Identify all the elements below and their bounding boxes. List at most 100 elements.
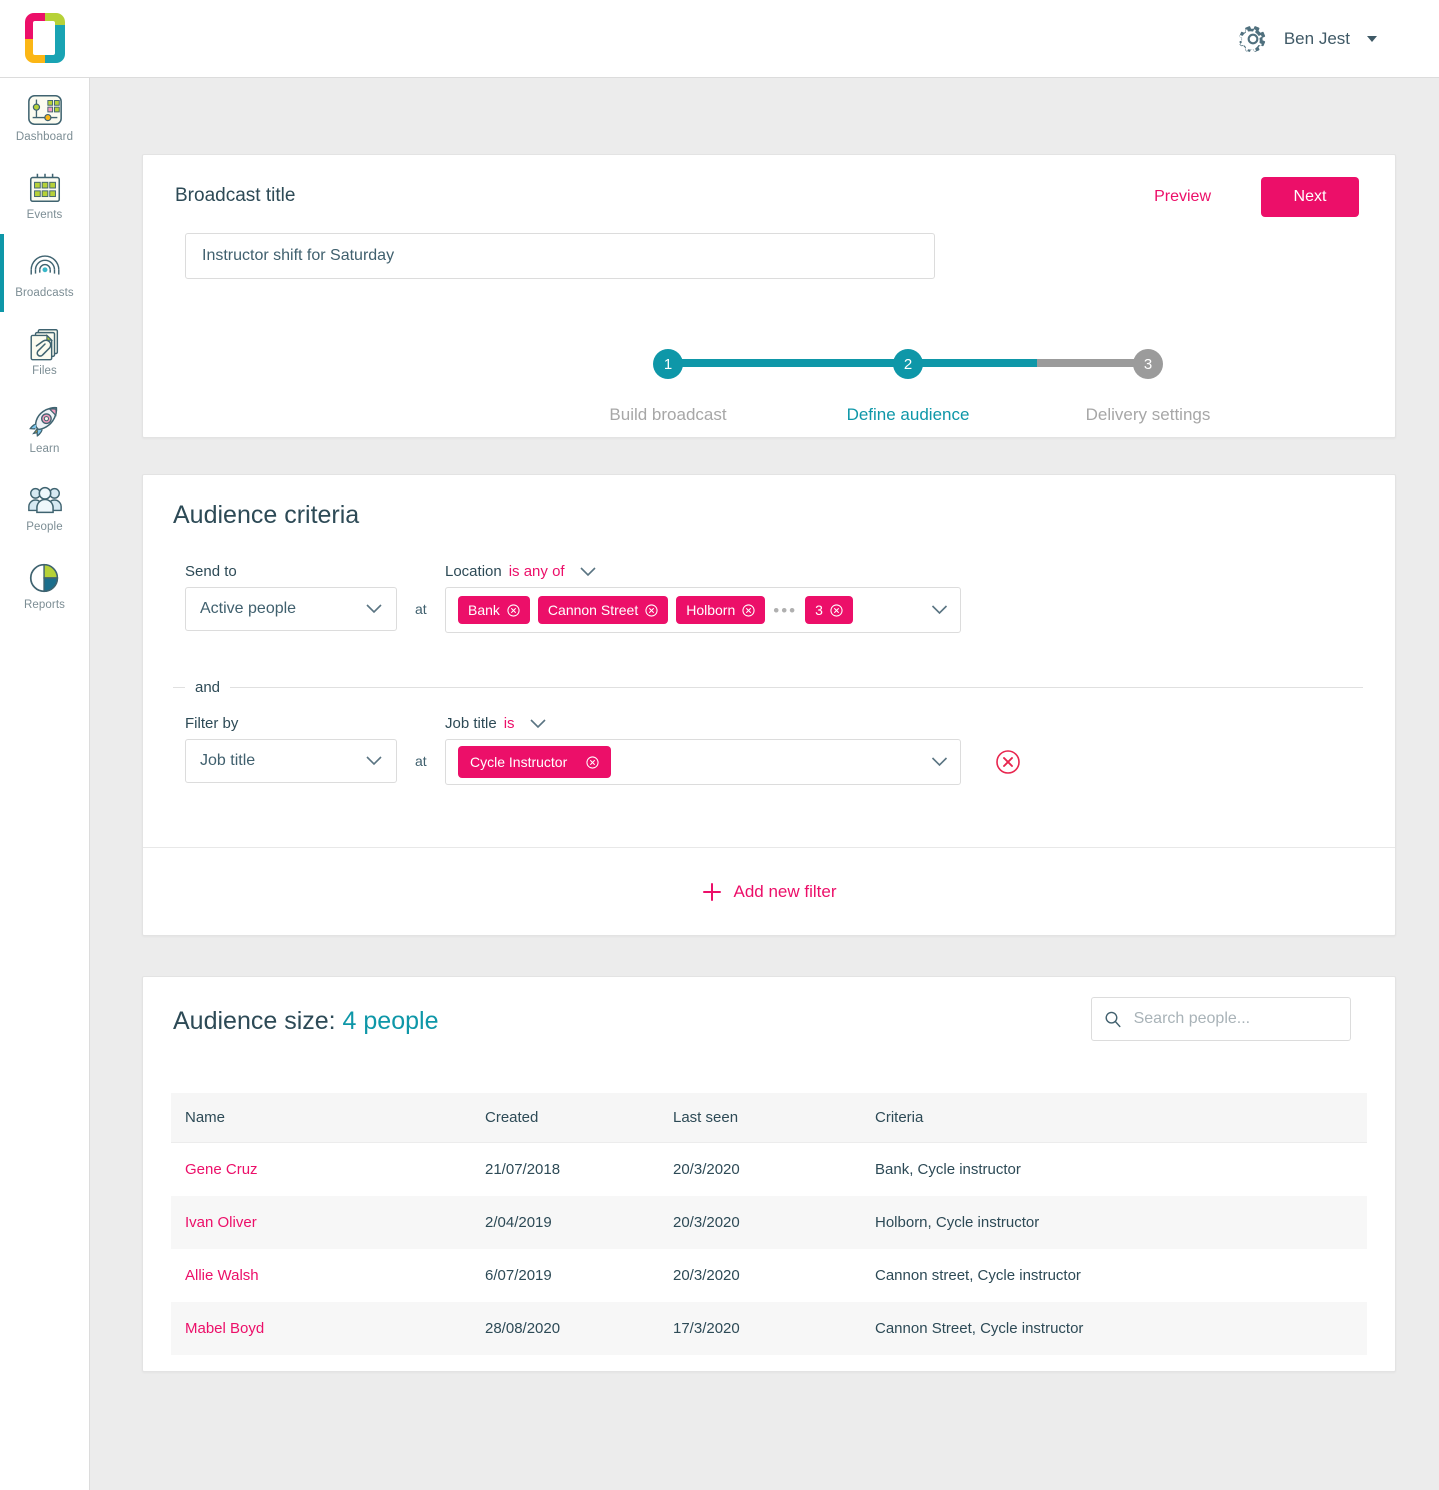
chevron-down-icon (366, 756, 382, 766)
add-new-filter-button[interactable]: Add new filter (696, 881, 843, 903)
preview-button[interactable]: Preview (1148, 187, 1217, 207)
audience-size-heading: Audience size: 4 people (173, 1007, 438, 1036)
search-input[interactable] (1131, 1009, 1338, 1029)
table-row[interactable]: Gene Cruz 21/07/2018 20/3/2020 Bank, Cyc… (171, 1143, 1367, 1197)
and-divider: and (173, 677, 1363, 697)
chevron-down-icon[interactable] (931, 757, 948, 767)
main-content: Broadcast title Preview Next 1 2 3 Build… (90, 78, 1439, 1490)
person-name-link[interactable]: Allie Walsh (171, 1249, 471, 1302)
table-row[interactable]: Allie Walsh 6/07/2019 20/3/2020 Cannon s… (171, 1249, 1367, 1302)
section-title-audience-criteria: Audience criteria (173, 501, 360, 529)
search-people-box[interactable] (1091, 997, 1351, 1041)
sidebar-item-broadcasts[interactable]: Broadcasts (0, 234, 89, 312)
stepper-segment-2-3-todo (1037, 359, 1135, 367)
chevron-down-icon (366, 604, 382, 614)
filter-row-location: Send to Active people at Location is any… (143, 563, 1395, 663)
person-name-link[interactable]: Ivan Oliver (171, 1196, 471, 1249)
chip-remove-icon[interactable] (742, 603, 755, 617)
chip-remove-icon[interactable] (586, 755, 599, 769)
location-chips-field[interactable]: Bank Cannon Street Holborn ••• 3 (445, 587, 961, 633)
at-label-1: at (415, 601, 427, 617)
stepper-circle-1[interactable]: 1 (653, 349, 683, 379)
person-created: 21/07/2018 (485, 1161, 561, 1178)
close-circle-icon (996, 750, 1020, 774)
chip-label: Cannon Street (547, 602, 639, 618)
chip-job-cycle-instructor[interactable]: Cycle Instructor (458, 746, 612, 778)
person-name-link[interactable]: Mabel Boyd (171, 1302, 471, 1355)
chip-location-bank[interactable]: Bank (458, 596, 530, 624)
sidebar-item-reports[interactable]: Reports (0, 546, 89, 624)
stepper-segment-2-3-done (907, 359, 1037, 367)
broadcast-icon (30, 255, 59, 275)
column-header-name[interactable]: Name (171, 1093, 471, 1143)
stepper-circle-2[interactable]: 2 (893, 349, 923, 379)
sidebar-item-label: Events (26, 209, 63, 221)
column-header-created[interactable]: Created (471, 1093, 659, 1143)
search-icon (1105, 1011, 1121, 1028)
app-logo[interactable] (0, 0, 90, 78)
send-to-select[interactable]: Active people (185, 587, 397, 631)
chip-label: 3 (815, 602, 823, 618)
and-label: and (195, 678, 221, 696)
audience-size-count: 4 people (342, 1007, 439, 1035)
chip-label: Holborn (686, 602, 736, 618)
divider-right (230, 686, 1363, 688)
gear-icon[interactable] (1236, 22, 1270, 56)
rocket-icon (28, 406, 57, 437)
chip-remove-icon[interactable] (507, 603, 520, 617)
audience-size-card: Audience size: 4 people Name Created Las… (142, 976, 1396, 1372)
chip-location-cannon-street[interactable]: Cannon Street (537, 596, 669, 624)
location-operator[interactable]: Location is any of (445, 563, 596, 580)
divider-left (173, 686, 185, 688)
chip-remove-icon[interactable] (830, 603, 843, 617)
app-logo-icon (25, 12, 65, 63)
table-header: Name Created Last seen Criteria (171, 1093, 1367, 1143)
table-row[interactable]: Ivan Oliver 2/04/2019 20/3/2020 Holborn,… (171, 1196, 1367, 1249)
person-criteria: Cannon street, Cycle instructor (875, 1267, 1081, 1284)
top-bar: Ben Jest (0, 0, 1439, 78)
calendar-icon (29, 173, 60, 203)
sidebar-item-dashboard[interactable]: Dashboard (0, 78, 89, 156)
filter-by-select[interactable]: Job title (185, 739, 397, 783)
audience-criteria-card: Audience criteria Send to Active people … (142, 474, 1396, 936)
chip-remove-icon[interactable] (645, 603, 658, 617)
job-title-chips-field[interactable]: Cycle Instructor (445, 739, 961, 785)
chevron-down-icon[interactable] (931, 605, 948, 615)
add-new-filter-label: Add new filter (733, 881, 837, 901)
filter-row-job-title: Filter by Job title at Job title is Cycl… (143, 715, 1395, 815)
remove-filter-button[interactable] (995, 749, 1021, 780)
sidebar-item-events[interactable]: Events (0, 156, 89, 234)
broadcast-title-input[interactable] (185, 233, 935, 279)
chip-location-holborn[interactable]: Holborn (676, 596, 766, 624)
stepper-label-delivery-settings[interactable]: Delivery settings (1038, 405, 1258, 425)
sidebar-item-learn[interactable]: Learn (0, 390, 89, 468)
job-title-operator[interactable]: Job title is (445, 715, 546, 732)
next-button[interactable]: Next (1261, 177, 1359, 217)
audience-table: Name Created Last seen Criteria Gene Cru… (171, 1093, 1367, 1355)
chip-location-overflow-count[interactable]: 3 (805, 596, 853, 624)
sidebar-item-label: Files (32, 365, 57, 377)
column-header-criteria[interactable]: Criteria (861, 1093, 1367, 1143)
column-header-last-seen[interactable]: Last seen (659, 1093, 861, 1143)
dashboard-icon (27, 94, 62, 126)
user-menu[interactable]: Ben Jest (1236, 22, 1439, 56)
sidebar-item-label: Learn (29, 443, 60, 455)
criteria-card-footer: Add new filter (143, 847, 1395, 935)
filter-by-label: Filter by (185, 715, 239, 732)
person-name-link[interactable]: Gene Cruz (171, 1143, 471, 1197)
table-header-row: Name Created Last seen Criteria (171, 1093, 1367, 1143)
chevron-down-icon[interactable] (529, 718, 546, 729)
stepper-circle-3[interactable]: 3 (1133, 349, 1163, 379)
operator-value-label: is (503, 715, 515, 732)
table-row[interactable]: Mabel Boyd 28/08/2020 17/3/2020 Cannon S… (171, 1302, 1367, 1355)
stepper-label-build-broadcast[interactable]: Build broadcast (558, 405, 778, 425)
chip-label: Cycle Instructor (470, 754, 568, 770)
chevron-down-icon[interactable] (1367, 35, 1377, 42)
stepper-label-define-audience[interactable]: Define audience (798, 405, 1018, 425)
sidebar-item-people[interactable]: People (0, 468, 89, 546)
chevron-down-icon[interactable] (580, 566, 596, 577)
username-label: Ben Jest (1283, 28, 1350, 48)
plus-icon (702, 882, 721, 901)
sidebar: Dashboard Events Broadcasts Files Learn … (0, 78, 90, 1490)
sidebar-item-files[interactable]: Files (0, 312, 89, 390)
